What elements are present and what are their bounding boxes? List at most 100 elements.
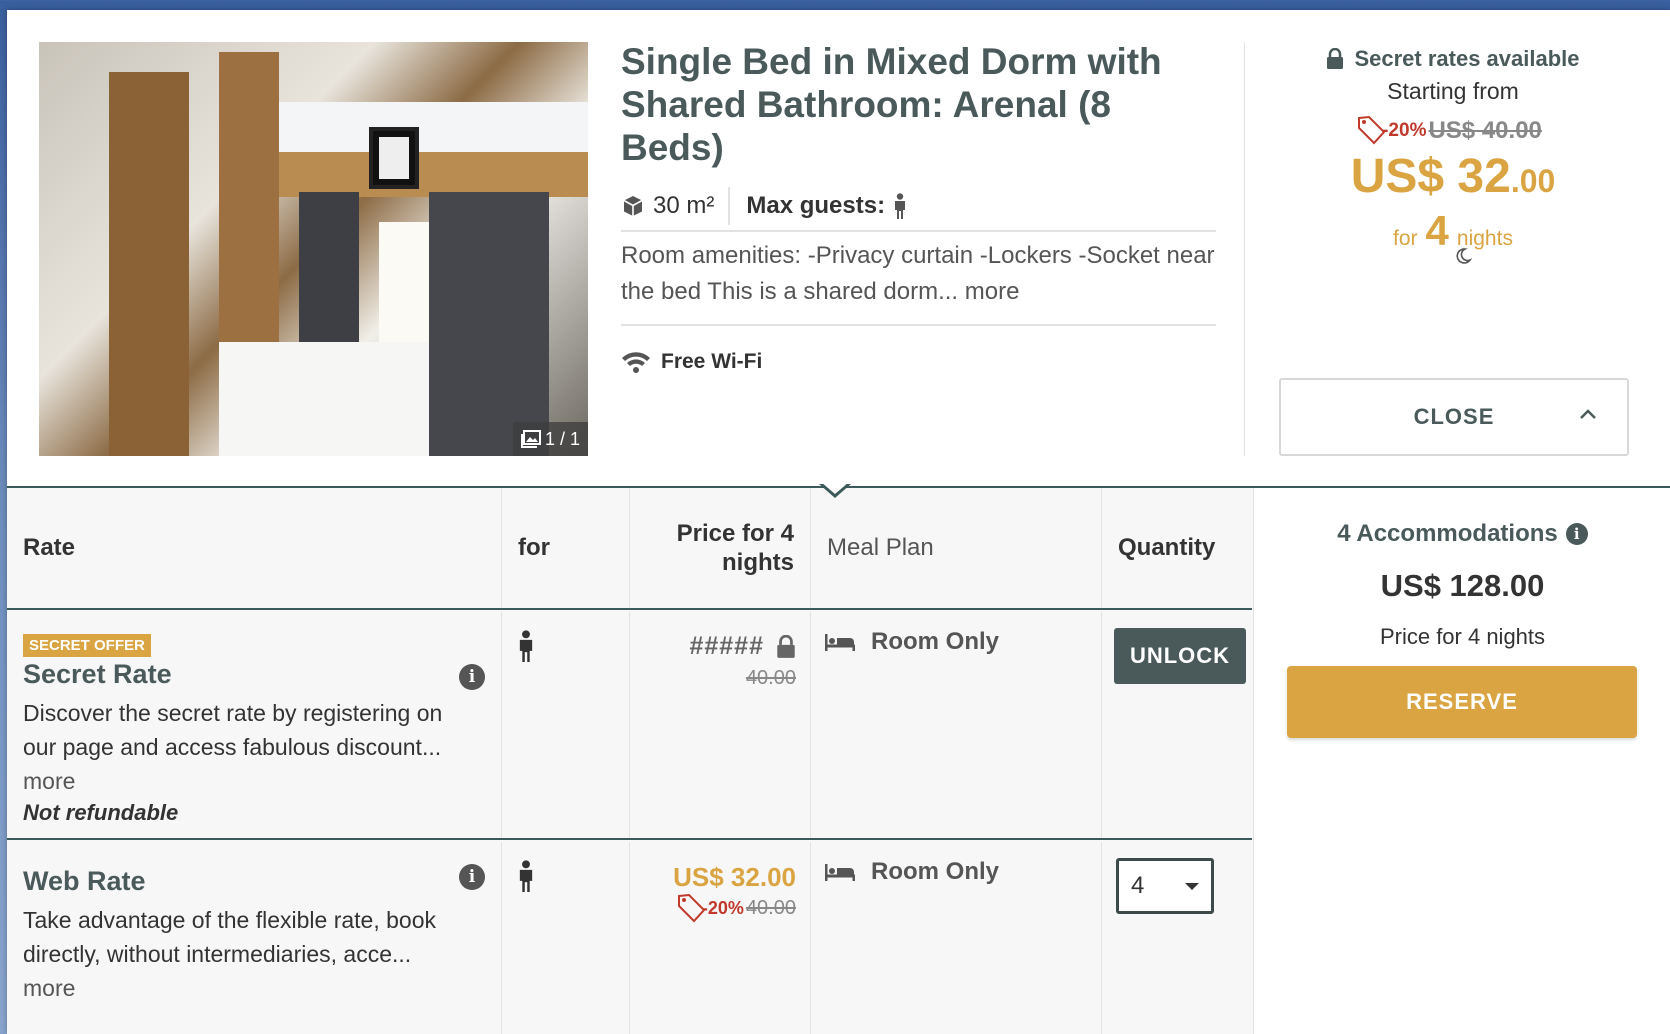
cube-icon (623, 196, 643, 216)
old-price-line: -20% US$ 40.00 (1277, 113, 1629, 149)
for-label: for (1393, 227, 1418, 250)
room-area-value: 30 m² (653, 192, 715, 219)
web-discount-line: -20% 40.00 (630, 893, 796, 923)
bed-icon (825, 634, 855, 651)
meal-plan: Room Only (825, 858, 1101, 886)
header-rate: Rate (7, 488, 502, 608)
meal-plan: Room Only (825, 628, 1101, 656)
room-area: 30 m² (621, 187, 731, 225)
quantity-select[interactable]: 4 (1116, 858, 1214, 914)
person-icon (519, 630, 533, 662)
nights-line: for 4 nights (1277, 207, 1629, 255)
max-guests-label: Max guests: (746, 192, 886, 219)
total-price: US$ 128.00 (1380, 568, 1545, 603)
starting-from-label: Starting from (1387, 78, 1519, 104)
close-label: CLOSE (1413, 404, 1495, 429)
discount-value: -20% (701, 898, 744, 918)
rate-more-link[interactable]: more (23, 971, 485, 1005)
header-meal-plan: Meal Plan (811, 488, 1102, 608)
person-icon (519, 860, 533, 892)
info-icon[interactable]: i (459, 864, 485, 890)
old-price: 40.00 (745, 667, 796, 689)
room-detail-modal: 1 / 1 Single Bed in Mixed Dorm with Shar… (7, 10, 1670, 1034)
reserve-button[interactable]: RESERVE (1287, 666, 1637, 738)
caret-down-icon (1185, 882, 1199, 890)
quantity-cell: 4 (1102, 842, 1252, 1034)
room-specs: 30 m² Max guests: (621, 182, 1216, 232)
price-cents: .00 (1510, 163, 1556, 199)
price-cell: US$ 32.00 -20% 40.00 (630, 842, 811, 1034)
bed-icon (825, 864, 855, 881)
old-price: US$ 40.00 (1428, 117, 1542, 144)
lock-icon (777, 634, 795, 658)
moon-icon (1456, 248, 1472, 264)
room-photo[interactable]: 1 / 1 (39, 42, 588, 456)
nights-count: 4 (1425, 207, 1449, 254)
hidden-price-value: ##### (689, 632, 764, 660)
refund-policy: Not refundable (23, 800, 179, 825)
price-cell: ##### 40.00 (630, 612, 811, 838)
photo-counter[interactable]: 1 / 1 (512, 422, 588, 456)
room-title: Single Bed in Mixed Dorm with Shared Bat… (621, 41, 1162, 168)
max-guests: Max guests: (730, 187, 907, 225)
person-icon (895, 193, 906, 219)
discount-badge: -20% (677, 893, 744, 923)
rate-description: Discover the secret rate by registering … (23, 700, 443, 760)
booking-summary: 4 Accommodations i US$ 128.00 Price for … (1253, 488, 1670, 1034)
room-amenities: Room amenities: -Privacy curtain -Locker… (621, 238, 1216, 326)
rate-more-link[interactable]: more (23, 764, 485, 798)
wifi-label: Free Wi-Fi (661, 350, 763, 373)
accommodations-label: 4 Accommodations (1337, 520, 1558, 547)
discount-badge: -20% (1358, 115, 1427, 145)
old-price: 40.00 (745, 897, 796, 919)
unlock-button[interactable]: UNLOCK (1114, 628, 1246, 684)
price-main: US$ 32 (1350, 150, 1511, 203)
meal-cell: Room Only (811, 842, 1102, 1034)
meal-cell: Room Only (811, 612, 1102, 838)
vertical-divider (1244, 42, 1245, 456)
amenities-more-link[interactable]: more (965, 278, 1020, 305)
secret-rates-line: Secret rates available (1277, 46, 1629, 72)
accommodations-count: 4 Accommodations i (1254, 520, 1670, 548)
wifi-icon (622, 352, 650, 373)
price-summary: Secret rates available Starting from -20… (1277, 46, 1629, 273)
section-pointer (819, 482, 851, 498)
photo-bed (219, 342, 449, 456)
header-for: for (502, 488, 630, 608)
total-nights-label: Price for 4 nights (1379, 624, 1546, 649)
rate-name: Secret Rate (23, 659, 172, 689)
discount-value: -20% (1382, 120, 1427, 141)
lock-icon (1327, 48, 1344, 69)
rate-cell: SECRET OFFER Secret Rate i Discover the … (7, 612, 502, 838)
starting-price: US$ 32.00 (1277, 151, 1629, 207)
guests-cell (502, 842, 630, 1034)
table-header: Rate for Price for 4 nights Meal Plan Qu… (7, 488, 1252, 610)
wifi-feature: Free Wi-Fi (621, 350, 762, 374)
chevron-up-icon (1580, 409, 1596, 419)
guests-cell (502, 612, 630, 838)
rate-name: Web Rate (23, 866, 146, 896)
meal-plan-label: Room Only (871, 628, 1000, 655)
photo-counter-text: 1 / 1 (544, 428, 580, 449)
close-button[interactable]: CLOSE (1279, 378, 1629, 456)
photo-bunk-post (109, 72, 189, 456)
info-icon[interactable]: i (459, 664, 485, 690)
table-row: SECRET OFFER Secret Rate i Discover the … (7, 612, 1252, 840)
meal-plan-label: Room Only (871, 858, 1000, 885)
photo-curtain (429, 192, 549, 456)
web-rate-price: US$ 32.00 (673, 862, 796, 892)
header-price: Price for 4 nights (630, 488, 811, 608)
secret-rates-label: Secret rates available (1354, 46, 1580, 71)
table-row: Web Rate i Take advantage of the flexibl… (7, 842, 1252, 1034)
secret-offer-badge: SECRET OFFER (23, 634, 151, 657)
info-icon[interactable]: i (1565, 523, 1588, 545)
rate-description: Take advantage of the flexible rate, boo… (23, 907, 437, 967)
tag-icon (1358, 115, 1386, 145)
hidden-price: ##### (630, 632, 796, 661)
tag-icon (677, 893, 706, 923)
header-quantity: Quantity (1118, 534, 1216, 561)
room-amenities-text: Room amenities: -Privacy curtain -Locker… (621, 242, 1215, 305)
quantity-value: 4 (1131, 872, 1145, 899)
quantity-cell: UNLOCK (1102, 612, 1252, 838)
gallery-icon (520, 430, 541, 448)
